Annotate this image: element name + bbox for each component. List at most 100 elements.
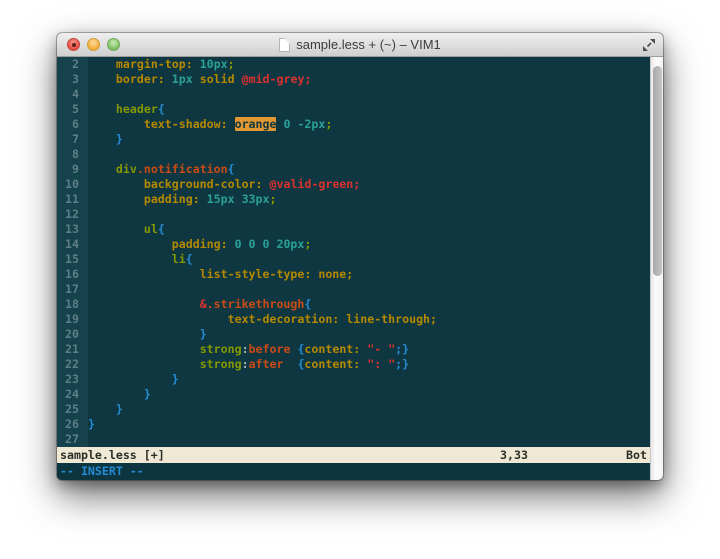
code-text: text-decoration: line-through; <box>88 312 650 327</box>
line-number: 23 <box>57 372 88 387</box>
line-number: 26 <box>57 417 88 432</box>
code-text <box>88 207 650 222</box>
code-text: } <box>88 402 650 417</box>
line-number: 15 <box>57 252 88 267</box>
line-number: 3 <box>57 72 88 87</box>
code-line[interactable]: 18 &.strikethrough{ <box>57 297 650 312</box>
code-line[interactable]: 5 header{ <box>57 102 650 117</box>
line-number: 9 <box>57 162 88 177</box>
code-editor[interactable]: 2 margin-top: 10px;3 border: 1px solid @… <box>57 57 650 447</box>
code-line[interactable]: 25 } <box>57 402 650 417</box>
code-line[interactable]: 20 } <box>57 327 650 342</box>
code-line[interactable]: 8 <box>57 147 650 162</box>
code-line[interactable]: 19 text-decoration: line-through; <box>57 312 650 327</box>
code-text <box>88 87 650 102</box>
code-text: } <box>88 417 650 432</box>
line-number: 4 <box>57 87 88 102</box>
code-line[interactable]: 4 <box>57 87 650 102</box>
code-text: } <box>88 132 650 147</box>
code-line[interactable]: 10 background-color: @valid-green; <box>57 177 650 192</box>
code-line[interactable]: 15 li{ <box>57 252 650 267</box>
code-line[interactable]: 9 div.notification{ <box>57 162 650 177</box>
line-number: 27 <box>57 432 88 447</box>
status-scroll-position: Bot <box>626 447 647 463</box>
status-cursor-position: 3,33 <box>500 447 528 463</box>
code-line[interactable]: 26} <box>57 417 650 432</box>
code-line[interactable]: 22 strong:after {content: ": ";} <box>57 357 650 372</box>
line-number: 6 <box>57 117 88 132</box>
editor-column: 2 margin-top: 10px;3 border: 1px solid @… <box>57 57 650 480</box>
code-text: header{ <box>88 102 650 117</box>
fullscreen-icon[interactable] <box>642 38 656 52</box>
line-number: 24 <box>57 387 88 402</box>
code-line[interactable]: 21 strong:before {content: "- ";} <box>57 342 650 357</box>
code-text: li{ <box>88 252 650 267</box>
code-text: padding: 15px 33px; <box>88 192 650 207</box>
document-icon <box>279 38 290 52</box>
window-content: 2 margin-top: 10px;3 border: 1px solid @… <box>57 57 663 480</box>
traffic-lights <box>67 33 120 56</box>
line-number: 14 <box>57 237 88 252</box>
code-line[interactable]: 14 padding: 0 0 0 20px; <box>57 237 650 252</box>
status-file-name: sample.less [+] <box>60 447 165 463</box>
line-number: 5 <box>57 102 88 117</box>
code-line[interactable]: 27 <box>57 432 650 447</box>
zoom-button[interactable] <box>107 38 120 51</box>
status-bar: sample.less [+] 3,33 Bot <box>57 447 650 463</box>
code-text: } <box>88 372 650 387</box>
line-number: 12 <box>57 207 88 222</box>
code-text: strong:after {content: ": ";} <box>88 357 650 372</box>
line-number: 19 <box>57 312 88 327</box>
code-text <box>88 432 650 447</box>
code-line[interactable]: 6 text-shadow: orange 0 -2px; <box>57 117 650 132</box>
code-line[interactable]: 11 padding: 15px 33px; <box>57 192 650 207</box>
close-button[interactable] <box>67 38 80 51</box>
code-text: } <box>88 387 650 402</box>
line-number: 17 <box>57 282 88 297</box>
code-text: margin-top: 10px; <box>88 57 650 72</box>
code-text: background-color: @valid-green; <box>88 177 650 192</box>
line-number: 8 <box>57 147 88 162</box>
line-number: 11 <box>57 192 88 207</box>
title-group: sample.less + (~) – VIM1 <box>279 37 441 52</box>
title-bar[interactable]: sample.less + (~) – VIM1 <box>57 33 663 57</box>
code-text: padding: 0 0 0 20px; <box>88 237 650 252</box>
code-text: text-shadow: orange 0 -2px; <box>88 117 650 132</box>
code-line[interactable]: 2 margin-top: 10px; <box>57 57 650 72</box>
scrollbar-thumb[interactable] <box>653 66 662 276</box>
line-number: 7 <box>57 132 88 147</box>
code-text: strong:before {content: "- ";} <box>88 342 650 357</box>
code-line[interactable]: 3 border: 1px solid @mid-grey; <box>57 72 650 87</box>
scrollbar[interactable] <box>650 57 663 480</box>
code-line[interactable]: 16 list-style-type: none; <box>57 267 650 282</box>
line-number: 25 <box>57 402 88 417</box>
code-text: list-style-type: none; <box>88 267 650 282</box>
code-text: div.notification{ <box>88 162 650 177</box>
window-title: sample.less + (~) – VIM1 <box>296 37 441 52</box>
line-number: 10 <box>57 177 88 192</box>
code-line[interactable]: 17 <box>57 282 650 297</box>
code-text <box>88 282 650 297</box>
code-line[interactable]: 24 } <box>57 387 650 402</box>
line-number: 2 <box>57 57 88 72</box>
mode-indicator: -- INSERT -- <box>57 463 650 480</box>
minimize-button[interactable] <box>87 38 100 51</box>
line-number: 18 <box>57 297 88 312</box>
code-text: } <box>88 327 650 342</box>
code-text: ul{ <box>88 222 650 237</box>
code-line[interactable]: 13 ul{ <box>57 222 650 237</box>
code-line[interactable]: 7 } <box>57 132 650 147</box>
line-number: 21 <box>57 342 88 357</box>
code-lines: 2 margin-top: 10px;3 border: 1px solid @… <box>57 57 650 447</box>
vim-window: sample.less + (~) – VIM1 2 margin-top: 1… <box>57 33 663 480</box>
search-highlight: orange <box>235 117 277 131</box>
code-text <box>88 147 650 162</box>
code-line[interactable]: 23 } <box>57 372 650 387</box>
code-text: border: 1px solid @mid-grey; <box>88 72 650 87</box>
line-number: 20 <box>57 327 88 342</box>
line-number: 16 <box>57 267 88 282</box>
line-number: 22 <box>57 357 88 372</box>
code-line[interactable]: 12 <box>57 207 650 222</box>
line-number: 13 <box>57 222 88 237</box>
code-text: &.strikethrough{ <box>88 297 650 312</box>
